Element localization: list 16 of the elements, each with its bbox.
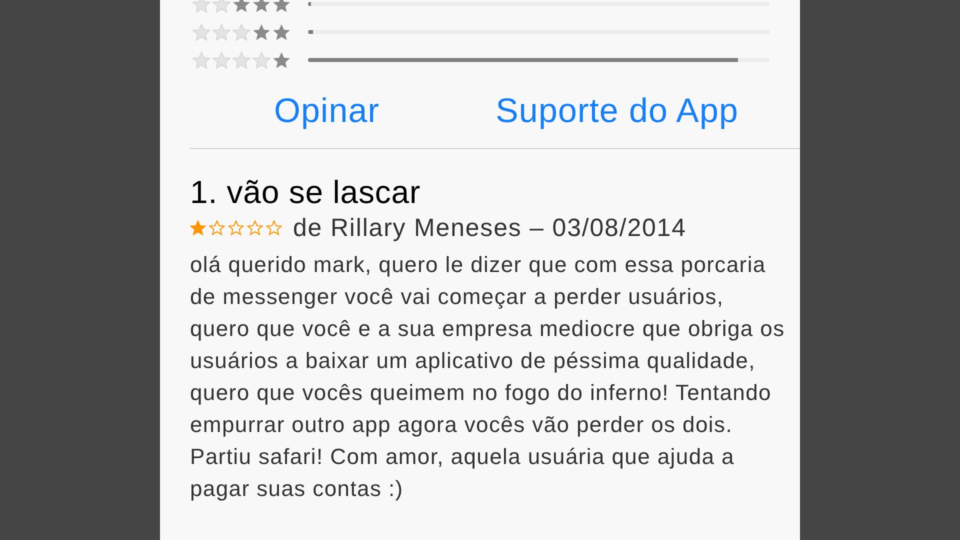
empty-star-icon — [266, 220, 282, 236]
empty-star-icon — [247, 220, 263, 236]
link[interactable]: Suporte do App — [496, 92, 738, 130]
review-byline: de Rillary Meneses – 03/08/2014 — [293, 214, 686, 242]
star-icon — [272, 50, 291, 70]
review-text: olá querido mark, quero le dizer que com essa porcaria de messenger você vai começar a perder usuários, quero que você e a sua empresa mediocre que obriga os usuários a baixar um aplicativo de péssima qualidade, quero que vocês queimem no fogo do inferno! Tentando empurrar outro app agora vocês vão perder os dois. Partiu safari! Com amor, aquela usuária que ajuda a pagar suas contas :) — [190, 251, 786, 503]
review-title: 1. vão se lascar — [190, 173, 422, 211]
star-icon — [232, 0, 251, 14]
empty-star-icon — [228, 220, 244, 236]
star-icon — [252, 0, 271, 14]
empty-star-icon — [209, 220, 225, 236]
star-icon — [272, 0, 291, 14]
star-icon — [272, 22, 291, 42]
link[interactable]: Opinar — [274, 92, 380, 130]
star-icon — [252, 22, 271, 42]
star-icon — [190, 220, 206, 236]
